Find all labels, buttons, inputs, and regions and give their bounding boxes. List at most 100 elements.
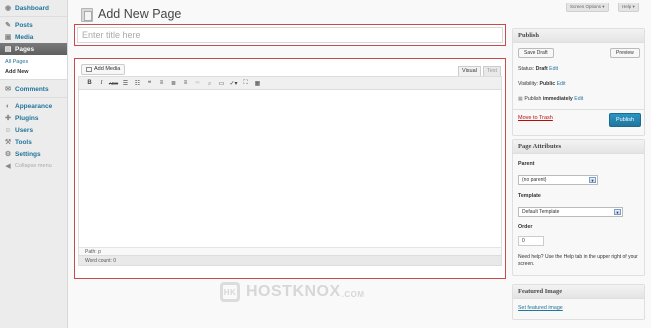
sidebar-item-label: Users — [15, 126, 34, 134]
chevron-down-icon: ▼ — [589, 177, 596, 183]
strikethrough-icon[interactable]: ABC — [109, 79, 118, 88]
template-select-value: Default Template — [522, 209, 560, 215]
sidebar-item-label: Plugins — [15, 114, 39, 122]
spellcheck-icon[interactable]: ✓▾ — [229, 79, 238, 88]
numbered-list-icon[interactable]: ☷ — [133, 79, 142, 88]
word-count: Word count: 0 — [78, 256, 502, 266]
page-icon — [81, 8, 93, 22]
sidebar-item-pages[interactable]: ▤ Pages — [0, 43, 67, 55]
sidebar-item-label: Media — [15, 33, 34, 41]
kitchen-sink-icon[interactable]: ▦ — [253, 79, 262, 88]
visibility-label: Visibility: — [518, 81, 539, 87]
align-left-icon[interactable]: ≡ — [157, 79, 166, 88]
sidebar-item-appearance[interactable]: ◐ Appearance — [0, 100, 67, 112]
schedule-edit-link[interactable]: Edit — [574, 96, 583, 102]
save-draft-button[interactable]: Save Draft — [518, 48, 554, 58]
publish-panel: Publish Save Draft Preview Status: Draft… — [512, 28, 645, 136]
publish-heading: Publish — [513, 29, 644, 43]
sidebar-item-users[interactable]: ☺ Users — [0, 124, 67, 136]
editor-highlight-box: Add Media Visual Text B I ABC ☰ ☷ ❝ ≡ ≣ … — [74, 58, 506, 279]
watermark: HK HOSTKNOX .COM — [220, 282, 365, 302]
sidebar-item-settings[interactable]: ⚙ Settings — [0, 148, 67, 160]
dashboard-icon: ◉ — [4, 5, 12, 12]
publish-value: immediately — [542, 96, 573, 102]
schedule-row: ▦ Publish immediately Edit — [518, 96, 583, 102]
featured-image-panel: Featured Image Set featured image — [512, 284, 645, 320]
admin-sidebar: ◉ Dashboard ✎ Posts ▣ Media ▤ Pages All Page… — [0, 0, 68, 328]
title-input[interactable] — [77, 27, 503, 43]
preview-button[interactable]: Preview — [610, 48, 640, 58]
watermark-suffix: .COM — [341, 290, 365, 299]
blockquote-icon[interactable]: ❝ — [145, 79, 154, 88]
sidebar-item-plugins[interactable]: ✚ Plugins — [0, 112, 67, 124]
status-edit-link[interactable]: Edit — [549, 66, 558, 72]
content-editor-area[interactable] — [78, 90, 502, 247]
status-label: Status: — [518, 66, 535, 72]
visibility-value: Public — [539, 81, 556, 87]
help-text: Need help? Use the Help tab in the upper… — [518, 254, 638, 267]
template-select[interactable]: Default Template ▼ — [518, 207, 623, 217]
sidebar-item-media[interactable]: ▣ Media — [0, 31, 67, 43]
editor-path: Path: p — [78, 247, 502, 256]
sidebar-item-comments[interactable]: ✉ Comments — [0, 83, 67, 95]
set-featured-image-link[interactable]: Set featured image — [518, 305, 563, 311]
fullscreen-icon[interactable]: ⛶ — [241, 79, 250, 88]
link-icon[interactable]: ∞ — [193, 79, 202, 88]
watermark-brand: HOSTKNOX — [246, 283, 341, 300]
tab-text[interactable]: Text — [483, 66, 502, 76]
submenu-all-pages[interactable]: All Pages — [0, 57, 67, 67]
status-row: Status: Draft Edit — [518, 66, 558, 72]
menu-separator — [0, 97, 67, 98]
page-attributes-heading: Page Attributes — [513, 140, 644, 154]
sidebar-item-dashboard[interactable]: ◉ Dashboard — [0, 2, 67, 14]
status-value: Draft — [535, 66, 548, 72]
add-media-button[interactable]: Add Media — [81, 64, 126, 75]
sidebar-item-label: Posts — [15, 21, 33, 29]
more-tag-icon[interactable]: ▭ — [217, 79, 226, 88]
collapse-menu-button[interactable]: ◀ Collapse menu — [0, 160, 67, 172]
editor-header: Add Media Visual Text — [78, 62, 502, 76]
submenu-add-new[interactable]: Add New — [0, 67, 67, 77]
align-right-icon[interactable]: ≡ — [181, 79, 190, 88]
tab-visual[interactable]: Visual — [458, 66, 481, 76]
editor-toolbar: B I ABC ☰ ☷ ❝ ≡ ≣ ≡ ∞ ⌀ ▭ ✓▾ ⛶ ▦ — [78, 76, 502, 90]
help-button[interactable]: Help ▾ — [618, 3, 639, 12]
sidebar-item-label: Appearance — [15, 102, 53, 110]
sidebar-item-posts[interactable]: ✎ Posts — [0, 19, 67, 31]
bold-icon[interactable]: B — [85, 79, 94, 88]
media-icon: ▣ — [4, 34, 12, 41]
template-label: Template — [518, 193, 541, 199]
order-input[interactable]: 0 — [518, 236, 544, 246]
italic-icon[interactable]: I — [97, 79, 106, 88]
add-media-label: Add Media — [94, 66, 121, 72]
page-attributes-panel: Page Attributes Parent (no parent) ▼ Tem… — [512, 139, 645, 276]
title-highlight-box — [74, 24, 506, 46]
sidebar-item-label: Comments — [15, 85, 49, 93]
unlink-icon[interactable]: ⌀ — [205, 79, 214, 88]
sidebar-item-tools[interactable]: ⚒ Tools — [0, 136, 67, 148]
publish-label: Publish — [524, 96, 542, 102]
publish-button[interactable]: Publish — [609, 113, 641, 127]
plugins-icon: ✚ — [5, 115, 11, 122]
parent-select[interactable]: (no parent) ▼ — [518, 175, 598, 185]
comments-icon: ✉ — [5, 86, 11, 93]
users-icon: ☺ — [4, 126, 12, 134]
bullet-list-icon[interactable]: ☰ — [121, 79, 130, 88]
visibility-row: Visibility: Public Edit — [518, 81, 566, 87]
pages-icon: ▤ — [4, 46, 12, 53]
appearance-icon: ◐ — [5, 102, 11, 110]
media-icon — [86, 67, 92, 72]
align-center-icon[interactable]: ≣ — [169, 79, 178, 88]
move-to-trash-link[interactable]: Move to Trash — [518, 115, 553, 121]
hostknox-logo: HK — [220, 282, 240, 302]
visibility-edit-link[interactable]: Edit — [557, 81, 566, 87]
featured-image-heading: Featured Image — [513, 285, 644, 299]
screen-options-button[interactable]: Screen Options ▾ — [566, 3, 609, 12]
collapse-menu-label: Collapse menu — [15, 163, 52, 169]
posts-icon: ✎ — [5, 22, 11, 29]
calendar-icon: ▦ — [518, 96, 523, 102]
parent-select-value: (no parent) — [522, 177, 547, 183]
tools-icon: ⚒ — [4, 139, 12, 146]
settings-icon: ⚙ — [4, 151, 12, 158]
menu-separator — [0, 16, 67, 17]
